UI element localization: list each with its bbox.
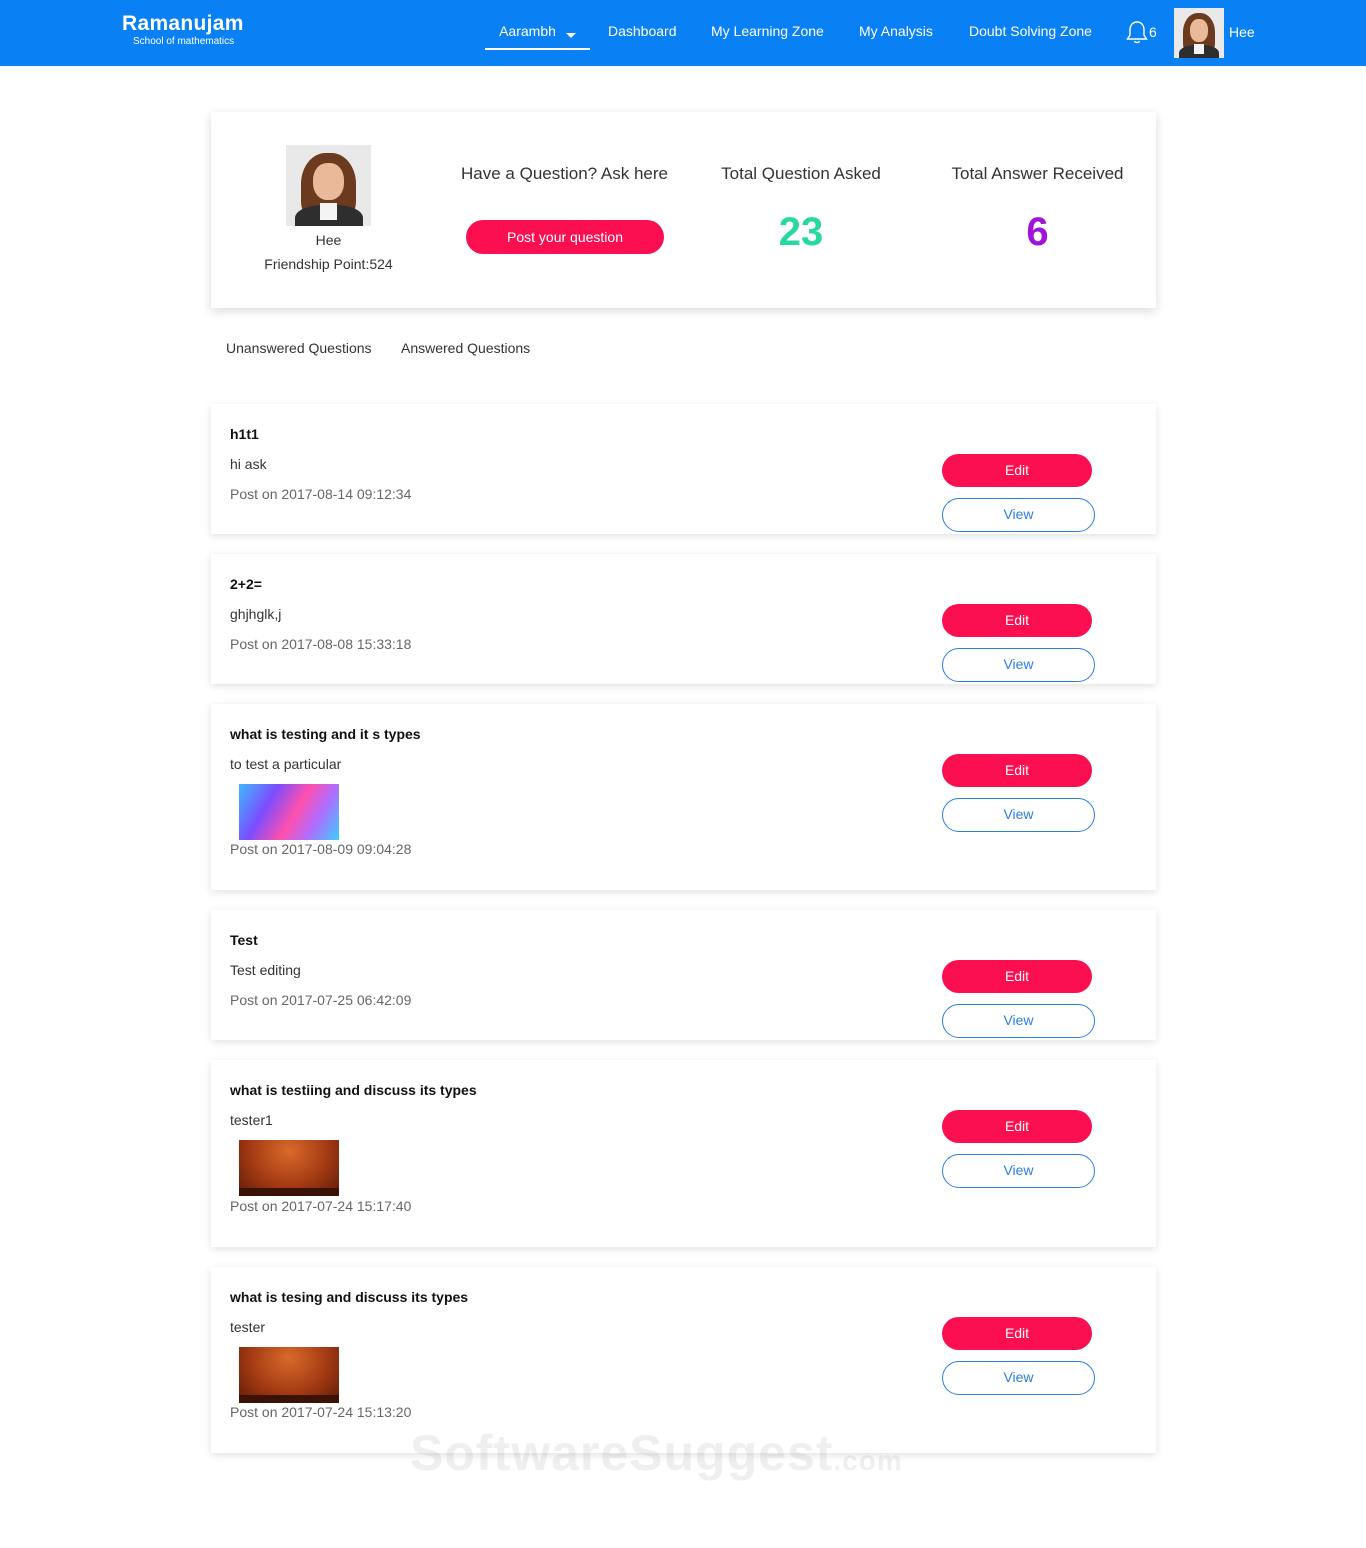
top-nav-bar: Ramanujam School of mathematics Aarambh … bbox=[0, 0, 1366, 66]
question-body: ghjhglk,j bbox=[230, 606, 282, 622]
question-body: Test editing bbox=[230, 962, 301, 978]
view-button[interactable]: View bbox=[942, 648, 1095, 682]
edit-button[interactable]: Edit bbox=[942, 754, 1092, 787]
question-date: Post on 2017-08-08 15:33:18 bbox=[230, 636, 412, 652]
nav-dashboard[interactable]: Dashboard bbox=[608, 22, 677, 40]
question-title[interactable]: 2+2= bbox=[230, 576, 262, 592]
question-title[interactable]: what is testing and it s types bbox=[230, 726, 421, 742]
question-body: tester1 bbox=[230, 1112, 273, 1128]
question-title[interactable]: Test bbox=[230, 932, 258, 948]
bell-icon[interactable] bbox=[1125, 20, 1149, 46]
chevron-down-icon bbox=[565, 33, 576, 38]
edit-button[interactable]: Edit bbox=[942, 1317, 1092, 1350]
profile-summary-card: Hee Friendship Point:524 Have a Question… bbox=[211, 112, 1156, 308]
total-answer-received-label: Total Answer Received bbox=[951, 164, 1124, 183]
question-image[interactable] bbox=[239, 784, 339, 840]
question-body: to test a particular bbox=[230, 756, 342, 772]
tab-unanswered-questions[interactable]: Unanswered Questions bbox=[226, 340, 372, 356]
user-name[interactable]: Hee bbox=[1229, 24, 1255, 40]
nav-aarambh-label: Aarambh bbox=[499, 23, 556, 39]
profile-avatar bbox=[286, 145, 371, 226]
question-image[interactable] bbox=[239, 1347, 339, 1403]
question-date: Post on 2017-08-09 09:04:28 bbox=[230, 841, 412, 857]
nav-aarambh[interactable]: Aarambh bbox=[485, 22, 590, 50]
question-card: Test Test editing Post on 2017-07-25 06:… bbox=[211, 910, 1156, 1040]
question-card: what is testing and it s types to test a… bbox=[211, 704, 1156, 890]
view-button[interactable]: View bbox=[942, 1004, 1095, 1038]
edit-button[interactable]: Edit bbox=[942, 1110, 1092, 1143]
question-title[interactable]: what is testiing and discuss its types bbox=[230, 1082, 477, 1098]
view-button[interactable]: View bbox=[942, 498, 1095, 532]
post-question-button[interactable]: Post your question bbox=[466, 220, 664, 254]
notification-count: 6 bbox=[1149, 24, 1157, 40]
nav-my-analysis[interactable]: My Analysis bbox=[859, 22, 933, 40]
question-date: Post on 2017-08-14 09:12:34 bbox=[230, 486, 412, 502]
question-card: 2+2= ghjhglk,j Post on 2017-08-08 15:33:… bbox=[211, 554, 1156, 684]
question-body: hi ask bbox=[230, 456, 267, 472]
question-date: Post on 2017-07-24 15:13:20 bbox=[230, 1404, 412, 1420]
ask-question-label: Have a Question? Ask here bbox=[461, 164, 668, 183]
avatar[interactable] bbox=[1174, 8, 1224, 58]
total-answer-received-value: 6 bbox=[1026, 210, 1049, 254]
question-date: Post on 2017-07-25 06:42:09 bbox=[230, 992, 412, 1008]
view-button[interactable]: View bbox=[942, 798, 1095, 832]
total-question-asked-value: 23 bbox=[778, 210, 824, 254]
friendship-points: Friendship Point:524 bbox=[264, 256, 393, 272]
question-card: h1t1 hi ask Post on 2017-08-14 09:12:34 … bbox=[211, 404, 1156, 534]
question-image[interactable] bbox=[239, 1140, 339, 1196]
question-card: what is testiing and discuss its types t… bbox=[211, 1060, 1156, 1247]
watermark-suffix: .com bbox=[833, 1445, 903, 1476]
nav-doubt-solving-zone[interactable]: Doubt Solving Zone bbox=[969, 22, 1092, 40]
question-title[interactable]: what is tesing and discuss its types bbox=[230, 1289, 468, 1305]
question-title[interactable]: h1t1 bbox=[230, 426, 259, 442]
watermark: SoftwareSuggest.com bbox=[410, 1424, 903, 1482]
edit-button[interactable]: Edit bbox=[942, 454, 1092, 487]
profile-name: Hee bbox=[315, 232, 342, 248]
question-body: tester bbox=[230, 1319, 266, 1335]
view-button[interactable]: View bbox=[942, 1154, 1095, 1188]
view-button[interactable]: View bbox=[942, 1361, 1095, 1395]
watermark-main: SoftwareSuggest bbox=[410, 1425, 834, 1481]
logo[interactable]: Ramanujam School of mathematics bbox=[122, 12, 244, 47]
logo-subtitle: School of mathematics bbox=[133, 36, 235, 47]
logo-title: Ramanujam bbox=[122, 12, 244, 35]
edit-button[interactable]: Edit bbox=[942, 960, 1092, 993]
total-question-asked-label: Total Question Asked bbox=[721, 164, 881, 183]
question-date: Post on 2017-07-24 15:17:40 bbox=[230, 1198, 412, 1214]
tab-answered-questions[interactable]: Answered Questions bbox=[401, 340, 530, 356]
nav-my-learning-zone[interactable]: My Learning Zone bbox=[711, 22, 824, 40]
edit-button[interactable]: Edit bbox=[942, 604, 1092, 637]
